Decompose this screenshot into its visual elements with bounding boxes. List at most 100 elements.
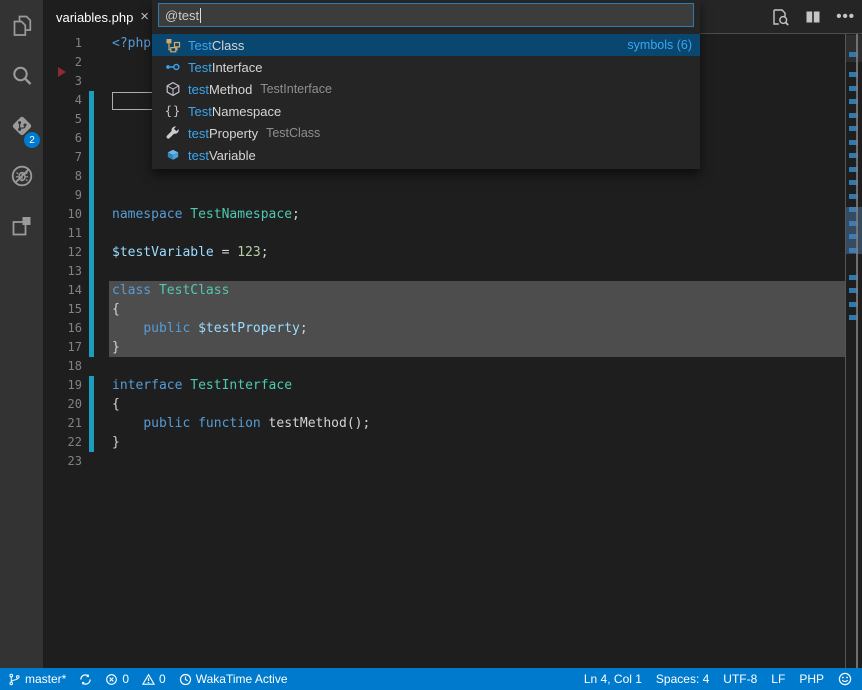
extensions-icon (9, 213, 35, 244)
namespace-icon: {} (165, 103, 181, 119)
activity-bar-search[interactable] (0, 53, 43, 103)
activity-bar-source-control[interactable]: 2 (0, 103, 43, 153)
status-item-smiley[interactable] (838, 672, 852, 686)
status-item-utf-8[interactable]: UTF-8 (723, 672, 757, 686)
git-modified-indicator (89, 205, 94, 224)
line-number[interactable]: 20 (43, 395, 82, 414)
quick-open-item-TestNamespace[interactable]: {}TestNamespace (152, 100, 700, 122)
git-modified-indicator (89, 224, 94, 243)
code-line[interactable]: 17} (43, 338, 862, 357)
quick-open-list: TestClasssymbols (6) TestInterface testMet… (152, 34, 700, 166)
code-line[interactable]: 15{ (43, 300, 862, 319)
sync-icon (79, 673, 92, 686)
line-number[interactable]: 5 (43, 110, 82, 129)
open-preview-icon[interactable] (770, 7, 790, 27)
status-item-0[interactable]: 0 (105, 672, 129, 686)
status-bar: master* 0 0 WakaTime Active Ln 4, Col 1 Spac… (0, 668, 862, 690)
git-modified-indicator (89, 110, 94, 129)
code-line[interactable]: 18 (43, 357, 862, 376)
scrollbar-slider[interactable] (846, 35, 862, 62)
debug-icon (9, 163, 35, 194)
status-item-label: 0 (122, 672, 129, 686)
status-item-label: master* (25, 672, 66, 686)
property-icon (165, 125, 181, 141)
code-line[interactable]: 14class TestClass (43, 281, 862, 300)
tab-variables-php[interactable]: variables.php × (43, 0, 157, 34)
status-item-lf[interactable]: LF (771, 672, 785, 686)
line-number[interactable]: 16 (43, 319, 82, 338)
quick-open-item-testProperty[interactable]: testPropertyTestClass (152, 122, 700, 144)
scrollbar[interactable] (856, 34, 858, 668)
activity-bar-explorer[interactable] (0, 3, 43, 53)
line-number[interactable]: 21 (43, 414, 82, 433)
editor-actions: ••• (770, 0, 855, 34)
line-number[interactable]: 15 (43, 300, 82, 319)
quick-open-item-testVariable[interactable]: testVariable (152, 144, 700, 166)
line-number[interactable]: 7 (43, 148, 82, 167)
activity-bar-debug[interactable] (0, 153, 43, 203)
line-number[interactable]: 1 (43, 34, 82, 53)
quick-open-item-TestClass[interactable]: TestClasssymbols (6) (152, 34, 700, 56)
quick-open-item-TestInterface[interactable]: TestInterface (152, 56, 700, 78)
line-number[interactable]: 18 (43, 357, 82, 376)
status-item-sync[interactable] (79, 673, 92, 686)
line-number[interactable]: 6 (43, 129, 82, 148)
explorer-icon (9, 13, 35, 44)
status-item-label: 0 (159, 672, 166, 686)
code-line[interactable]: 16 public $testProperty; (43, 319, 862, 338)
symbol-label: TestInterface (188, 60, 262, 75)
git-modified-indicator (89, 395, 94, 414)
code-text: } (112, 433, 120, 452)
close-icon[interactable]: × (140, 10, 149, 24)
split-editor-icon[interactable] (803, 7, 823, 27)
code-line[interactable]: 13 (43, 262, 862, 281)
line-number[interactable]: 23 (43, 452, 82, 471)
tab-title: variables.php (56, 10, 133, 25)
status-item-php[interactable]: PHP (799, 672, 824, 686)
line-number[interactable]: 12 (43, 243, 82, 262)
class-icon (165, 37, 181, 53)
code-line[interactable]: 22} (43, 433, 862, 452)
line-number[interactable]: 13 (43, 262, 82, 281)
git-modified-indicator (89, 300, 94, 319)
activity-bar-extensions[interactable] (0, 203, 43, 253)
vscode-window: 2 variables.php × ••• 1 <?php 23 45678910 na… (0, 0, 862, 690)
code-line[interactable]: 12 $testVariable = 123; (43, 243, 862, 262)
line-number[interactable]: 11 (43, 224, 82, 243)
status-item-0[interactable]: 0 (142, 672, 166, 686)
status-bar-right: Ln 4, Col 1 Spaces: 4 UTF-8 LF PHP (570, 672, 862, 686)
code-line[interactable]: 10 namespace TestNamespace; (43, 205, 862, 224)
line-number[interactable]: 9 (43, 186, 82, 205)
quick-open-item-testMethod[interactable]: testMethodTestInterface (152, 78, 700, 100)
code-text: $testVariable = 123; (112, 243, 269, 262)
code-line[interactable]: 11 (43, 224, 862, 243)
status-item-ln-4-col-1[interactable]: Ln 4, Col 1 (584, 672, 642, 686)
line-number[interactable]: 10 (43, 205, 82, 224)
code-line[interactable]: 9 (43, 186, 862, 205)
more-actions-icon[interactable]: ••• (836, 12, 855, 22)
line-number[interactable]: 22 (43, 433, 82, 452)
status-item-master-[interactable]: master* (8, 672, 66, 686)
code-line[interactable]: 8 (43, 167, 862, 186)
status-bar-left: master* 0 0 WakaTime Active (0, 672, 301, 686)
git-deleted-indicator (58, 67, 66, 77)
line-number[interactable]: 8 (43, 167, 82, 186)
line-number[interactable]: 19 (43, 376, 82, 395)
git-modified-indicator (89, 91, 94, 110)
code-line[interactable]: 20 { (43, 395, 862, 414)
status-item-wakatime-active[interactable]: WakaTime Active (179, 672, 288, 686)
quick-open-input[interactable]: @test (158, 3, 694, 27)
status-item-spaces-4[interactable]: Spaces: 4 (656, 672, 709, 686)
code-text: interface TestInterface (112, 376, 292, 395)
code-text: { (112, 395, 120, 414)
code-line[interactable]: 23 (43, 452, 862, 471)
code-line[interactable]: 21 public function testMethod(); (43, 414, 862, 433)
code-text: <?php (112, 34, 151, 53)
line-number[interactable]: 14 (43, 281, 82, 300)
line-number[interactable]: 17 (43, 338, 82, 357)
code-text: namespace TestNamespace; (112, 205, 300, 224)
line-number[interactable]: 4 (43, 91, 82, 110)
code-text: public function testMethod(); (112, 414, 370, 433)
scm-badge: 2 (24, 132, 40, 148)
code-line[interactable]: 19 interface TestInterface (43, 376, 862, 395)
